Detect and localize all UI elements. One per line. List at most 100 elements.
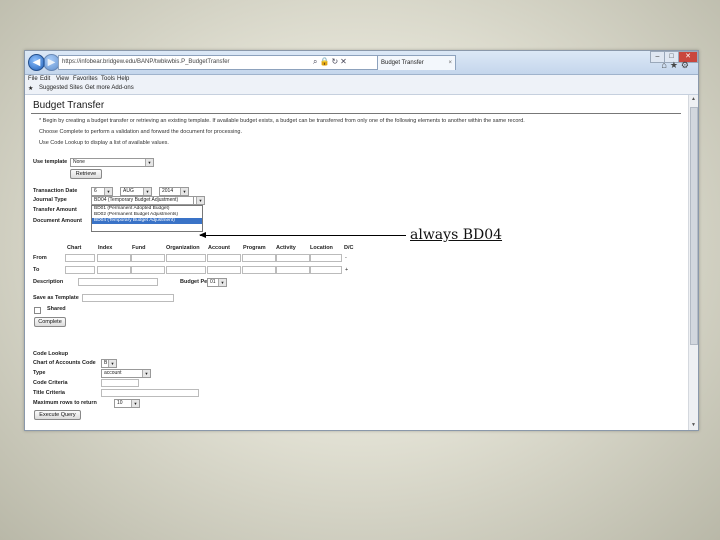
menu-favorites[interactable]: Favorites [73,76,98,82]
browser-window: ◀ ▶ https://infobear.bridgew.edu/BANP/tw… [24,50,699,431]
from-dc: - [345,255,347,261]
to-label: To [33,267,40,273]
scroll-thumb[interactable] [690,107,698,345]
max-rows-value: 10 [117,400,123,406]
chevron-down-icon: ▼ [218,279,226,286]
column-index: Index [98,245,113,251]
max-rows-select[interactable]: 10 ▼ [114,399,140,408]
menu-edit[interactable]: Edit [40,76,50,82]
template-name-input[interactable] [82,294,174,302]
gear-icon[interactable]: ⚙ [681,60,692,70]
type-label: Type [33,370,46,376]
annotation-arrow-line [200,235,406,236]
instruction-3: Use Code Lookup to display a list of ava… [39,140,169,146]
menu-bar: File Edit View Favorites Tools Help [25,75,698,84]
chart-of-accounts-label: Chart of Accounts Code [33,360,96,366]
from-index-input[interactable] [97,254,131,262]
from-location-input[interactable] [310,254,342,262]
column-dc: D/C [344,245,354,251]
scroll-down-icon[interactable]: ▼ [689,421,698,430]
home-icon[interactable]: ⌂ [661,60,669,70]
column-activity: Activity [276,245,296,251]
shared-checkbox[interactable] [34,307,41,314]
month-value: AUG [123,188,134,194]
budget-period-select[interactable]: 01 ▼ [207,278,227,287]
to-activity-input[interactable] [276,266,310,274]
page-title: Budget Transfer [33,100,105,111]
stop-icon[interactable]: ✕ [340,57,349,66]
budget-period-value: 01 [210,279,216,285]
shared-label: Shared [47,306,66,312]
journal-type-value: BD04 (Temporary Budget Adjustment) [94,197,179,203]
lock-icon: 🔒 [319,57,332,66]
chart-of-accounts-value: B [104,360,108,366]
to-chart-input[interactable] [65,266,95,274]
month-select[interactable]: AUG ▼ [120,187,152,196]
instruction-2: Choose Complete to perform a validation … [39,129,242,135]
from-chart-input[interactable] [65,254,95,262]
execute-query-button[interactable]: Execute Query [34,410,81,420]
tab-label: Budget Transfer [381,60,424,66]
description-label: Description [33,279,64,285]
use-template-label: Use template [33,159,68,165]
journal-type-toggle[interactable]: ▼ [193,196,205,205]
menu-file[interactable]: File [28,76,38,82]
type-value: account [104,370,122,376]
tab-budget-transfer[interactable]: Budget Transfer × [377,55,456,70]
column-fund: Fund [132,245,146,251]
year-select[interactable]: 2014 ▼ [159,187,189,196]
favorite-addons[interactable]: Get more Add-ons [85,85,134,91]
chevron-down-icon: ▼ [143,188,151,195]
favorite-suggested-sites[interactable]: Suggested Sites [39,85,83,91]
from-account-input[interactable] [207,254,241,262]
vertical-scrollbar[interactable]: ▲ ▼ [688,95,698,430]
browser-toolbar: ◀ ▶ https://infobear.bridgew.edu/BANP/tw… [25,51,698,75]
refresh-icon[interactable]: ↻ [331,57,340,66]
journal-type-dropdown: BD01 (Permanent Adopted Budget) BD02 (Pe… [91,205,203,232]
to-location-input[interactable] [310,266,342,274]
chevron-down-icon: ▼ [145,159,153,166]
from-organization-input[interactable] [166,254,206,262]
retrieve-button[interactable]: Retrieve [70,169,102,179]
save-template-label: Save as Template [33,295,79,301]
max-rows-label: Maximum rows to return [33,400,97,406]
menu-tools[interactable]: Tools [101,76,115,82]
template-select[interactable]: None ▼ [70,158,154,167]
code-criteria-input[interactable] [101,379,139,387]
chart-of-accounts-select[interactable]: B ▼ [101,359,117,368]
from-activity-input[interactable] [276,254,310,262]
type-select[interactable]: account ▼ [101,369,151,378]
transfer-amount-label: Transfer Amount [33,207,77,213]
journal-type-label: Journal Type [33,197,67,203]
star-icon[interactable]: ★ [670,60,681,70]
chevron-down-icon: ▼ [196,197,204,204]
day-select[interactable]: 6 ▼ [91,187,113,196]
to-dc: + [345,267,349,273]
chevron-down-icon: ▼ [131,400,139,407]
to-account-input[interactable] [207,266,241,274]
column-account: Account [208,245,230,251]
browser-tool-icons: ⌂★⚙ [661,60,692,71]
to-organization-input[interactable] [166,266,206,274]
menu-help[interactable]: Help [117,76,129,82]
page-content: Budget Transfer * Begin by creating a bu… [25,95,688,430]
journal-type-select[interactable]: BD04 (Temporary Budget Adjustment) [91,196,195,205]
complete-button[interactable]: Complete [34,317,66,327]
description-input[interactable] [78,278,158,286]
to-index-input[interactable] [97,266,131,274]
title-criteria-input[interactable] [101,389,199,397]
menu-view[interactable]: View [56,76,69,82]
column-organization: Organization [166,245,200,251]
to-fund-input[interactable] [131,266,165,274]
favorites-star-icon[interactable]: ★ [28,85,33,92]
journal-option-bd04[interactable]: BD04 (Temporary Budget Adjustment) [92,218,202,224]
scroll-up-icon[interactable]: ▲ [689,95,698,104]
from-fund-input[interactable] [131,254,165,262]
tab-close-icon[interactable]: × [448,56,452,70]
annotation-label: always BD04 [410,227,503,243]
from-label: From [33,255,47,261]
to-program-input[interactable] [242,266,276,274]
day-value: 6 [94,188,97,194]
from-program-input[interactable] [242,254,276,262]
year-value: 2014 [162,188,174,194]
